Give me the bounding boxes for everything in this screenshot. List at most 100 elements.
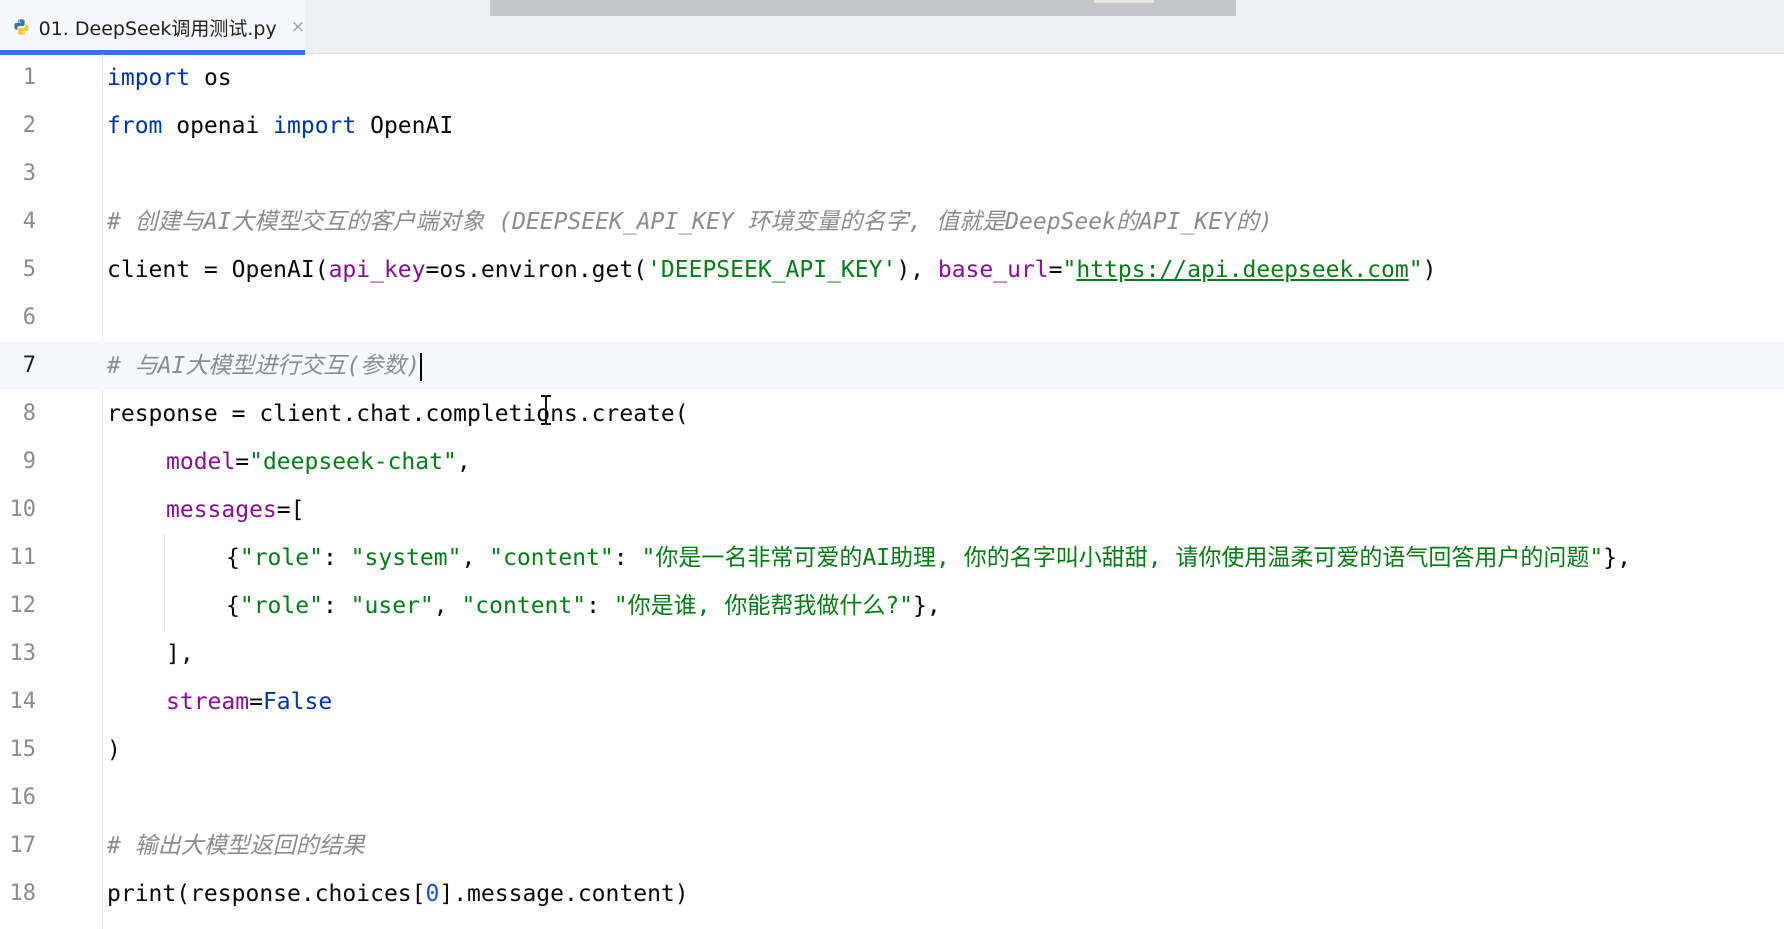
code-token: response = client.chat.completions.creat… [107, 401, 689, 427]
string-token: " [1062, 257, 1077, 283]
line-number: 16 [9, 785, 37, 810]
code-token: = [235, 449, 250, 475]
code-token: , [433, 593, 462, 619]
code-token: = [1048, 257, 1063, 283]
code-text: {"role": "user", "content": "你是谁, 你能帮我做什… [226, 582, 941, 630]
code-text: import os [107, 54, 232, 102]
string-token: "system" [350, 545, 462, 571]
code-line[interactable]: 9 model="deepseek-chat", [0, 438, 1784, 486]
i-beam-cursor-icon [541, 395, 551, 425]
code-text: stream=False [166, 678, 332, 726]
line-number: 7 [22, 353, 36, 378]
code-line[interactable]: 2 from openai import OpenAI [0, 102, 1784, 150]
code-line[interactable]: 4 # 创建与AI大模型交互的客户端对象 (DEEPSEEK_API_KEY 环… [0, 198, 1784, 246]
line-number: 10 [9, 497, 37, 522]
code-token: ), [896, 257, 938, 283]
close-icon[interactable]: × [291, 17, 305, 37]
code-token: os [190, 65, 232, 91]
line-number: 3 [22, 161, 36, 186]
text-caret [420, 352, 423, 381]
code-line[interactable]: 1 import os [0, 54, 1784, 102]
line-number: 1 [22, 65, 36, 90]
indent-guide [164, 534, 165, 630]
code-token: ].message.content) [439, 881, 689, 907]
line-number: 13 [9, 641, 37, 666]
code-token: ) [107, 737, 121, 763]
code-text: # 与AI大模型进行交互(参数) [107, 342, 423, 390]
code-token: OpenAI [356, 113, 454, 139]
string-token: "content" [489, 545, 614, 571]
line-number: 11 [9, 545, 37, 570]
code-token: : [322, 593, 351, 619]
python-file-icon [14, 19, 29, 35]
code-token: =os.environ.get( [425, 257, 648, 283]
file-tab[interactable]: 01. DeepSeek调用测试.py × [0, 0, 305, 55]
code-line[interactable]: 16 [0, 774, 1784, 822]
code-line[interactable]: 8 response = client.chat.completions.cre… [0, 390, 1784, 438]
parameter-token: messages [166, 497, 277, 523]
code-editor[interactable]: 1 import os 2 from openai import OpenAI … [0, 54, 1784, 929]
keyword-token: import [273, 113, 357, 139]
string-token: "你是一名非常可爱的AI助理, 你的名字叫小甜甜, 请你使用温柔可爱的语气回答用… [641, 545, 1604, 571]
code-line[interactable]: 3 [0, 150, 1784, 198]
code-token: { [226, 593, 240, 619]
string-token: 'DEEPSEEK_API_KEY' [647, 257, 897, 283]
keyword-token: import [107, 65, 191, 91]
code-token: }, [913, 593, 941, 619]
line-number: 17 [9, 833, 37, 858]
code-line[interactable]: 6 [0, 294, 1784, 342]
code-line[interactable]: 10 messages=[ [0, 486, 1784, 534]
editor-tab-bar: 01. DeepSeek调用测试.py × [0, 0, 1784, 55]
code-line[interactable]: 12 {"role": "user", "content": "你是谁, 你能帮… [0, 582, 1784, 630]
string-token: "deepseek-chat" [249, 449, 457, 475]
current-code-line[interactable]: 7 # 与AI大模型进行交互(参数) [0, 342, 1784, 390]
code-line[interactable]: 18 print(response.choices[0].message.con… [0, 870, 1784, 918]
line-number: 4 [22, 209, 36, 234]
comment-token: # 输出大模型返回的结果 [107, 833, 365, 859]
toolbar-slot [1094, 0, 1154, 3]
line-number: 8 [22, 401, 36, 426]
comment-token: # 创建与AI大模型交互的客户端对象 (DEEPSEEK_API_KEY 环境变… [107, 209, 1273, 235]
string-token: "content" [461, 593, 587, 619]
code-token: = [249, 689, 263, 715]
line-number: 5 [22, 257, 36, 282]
code-text: model="deepseek-chat", [166, 438, 471, 486]
code-token: : [322, 545, 351, 571]
keyword-token: from [107, 113, 163, 139]
code-token: openai [162, 113, 274, 139]
line-number: 15 [9, 737, 37, 762]
string-token: "role" [239, 545, 323, 571]
code-line[interactable]: 11 {"role": "system", "content": "你是一名非常… [0, 534, 1784, 582]
comment-token: # 与AI大模型进行交互(参数) [107, 353, 421, 379]
string-token: " [1408, 257, 1423, 283]
code-token: , [456, 449, 471, 475]
code-text: from openai import OpenAI [107, 102, 453, 150]
keyword-token: False [262, 689, 333, 715]
url-link[interactable]: https://api.deepseek.com [1076, 257, 1408, 283]
line-number: 6 [22, 305, 36, 330]
code-text: client = OpenAI(api_key=os.environ.get('… [107, 246, 1436, 294]
code-line[interactable]: 15 ) [0, 726, 1784, 774]
code-line[interactable]: 14 stream=False [0, 678, 1784, 726]
parameter-token: model [166, 449, 236, 475]
line-number: 9 [22, 449, 36, 474]
string-token: "你是谁, 你能帮我做什么?" [613, 593, 914, 619]
code-line[interactable]: 5 client = OpenAI(api_key=os.environ.get… [0, 246, 1784, 294]
number-token: 0 [425, 881, 440, 907]
code-token: ], [166, 641, 194, 667]
file-tab-label: 01. DeepSeek调用测试.py [38, 17, 277, 40]
string-token: "role" [239, 593, 323, 619]
parameter-token: api_key [328, 257, 426, 283]
code-token: , [461, 545, 490, 571]
string-token: "user" [350, 593, 434, 619]
code-line[interactable]: 13 ], [0, 630, 1784, 678]
code-token: =[ [276, 497, 305, 523]
code-token: client = OpenAI( [107, 257, 329, 283]
code-token: { [226, 545, 240, 571]
code-line[interactable]: 17 # 输出大模型返回的结果 [0, 822, 1784, 870]
code-token: print(response.choices[ [107, 881, 426, 907]
code-token: : [613, 545, 642, 571]
code-text: print(response.choices[0].message.conten… [107, 870, 689, 918]
line-number: 18 [9, 881, 37, 906]
parameter-token: stream [166, 689, 250, 715]
